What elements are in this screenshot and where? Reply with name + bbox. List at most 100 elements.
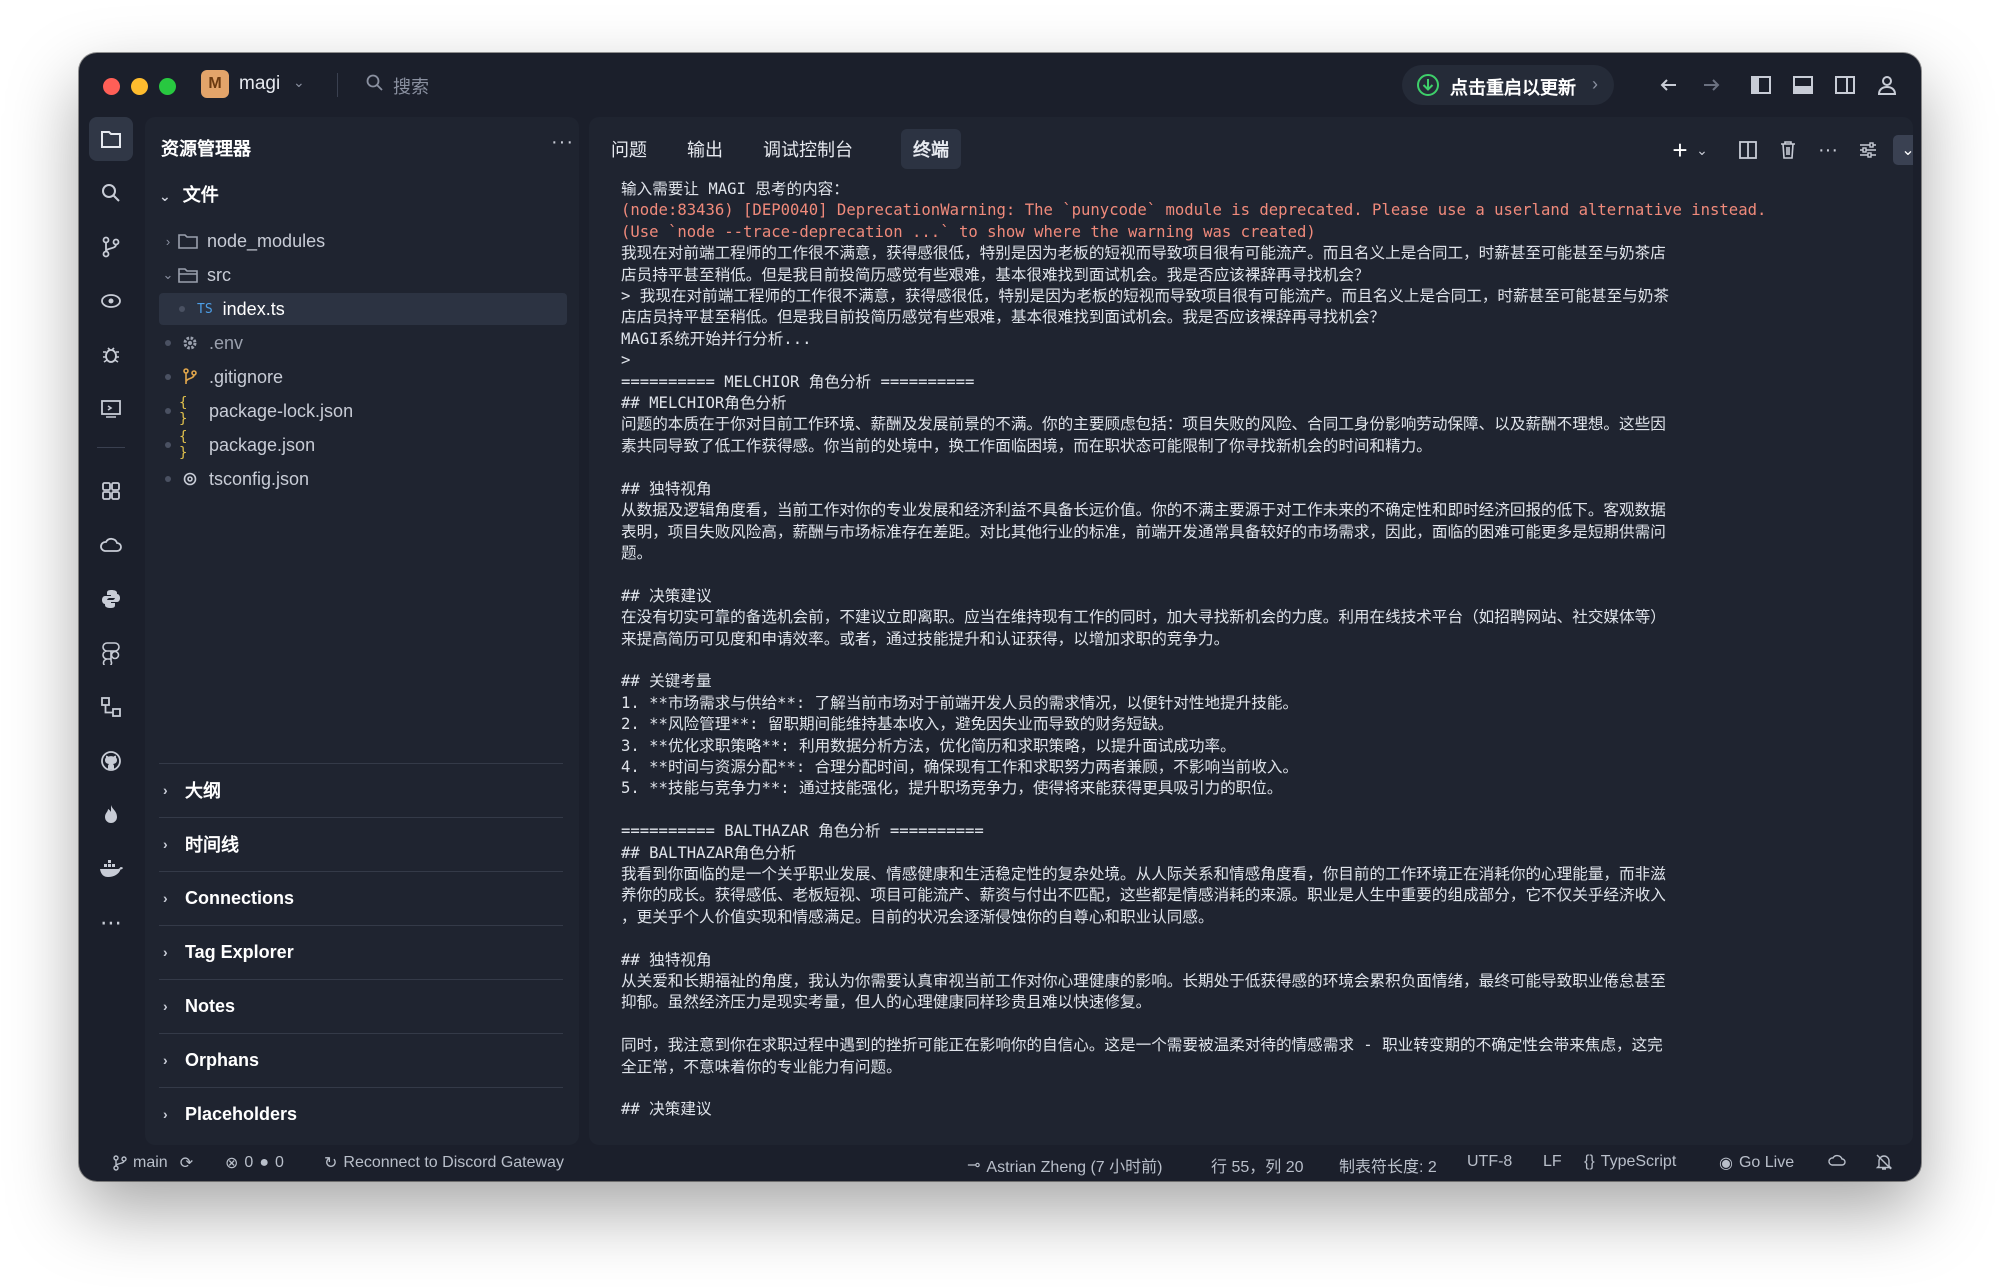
section-tag-explorer[interactable]: › Tag Explorer (159, 925, 563, 978)
more-actions-icon[interactable]: ··· (551, 131, 574, 154)
tree-item-node-modules[interactable]: › node_modules (159, 225, 567, 257)
branch-name: main (133, 1154, 168, 1171)
section-orphans[interactable]: › Orphans (159, 1033, 563, 1086)
status-bar: main ⟳ ⊗ 0 ● 0 ↻ Reconnect to Discord Gate… (79, 1145, 1921, 1181)
source-control-icon[interactable] (89, 225, 133, 269)
tree-item-label: package.json (209, 434, 316, 455)
section-timeline[interactable]: › 时间线 (159, 817, 563, 870)
github-icon[interactable] (89, 739, 133, 783)
notifications-muted-icon[interactable] (1875, 1153, 1893, 1171)
settings-sliders-icon[interactable] (1855, 137, 1881, 163)
remote-explorer-icon[interactable] (89, 279, 133, 323)
zoom-window-button[interactable] (159, 78, 176, 95)
tree-item-label: src (207, 264, 231, 285)
maximize-panel-icon[interactable]: ⌄ (1893, 135, 1913, 165)
terminal-line: 1. **市场需求与供给**: 了解当前市场对于前端开发人员的需求情况，以便针对… (621, 693, 1299, 712)
tree-item-tsconfig-json[interactable]: tsconfig.json (159, 463, 567, 495)
section-placeholders[interactable]: › Placeholders (159, 1087, 563, 1140)
section-label: Tag Explorer (185, 941, 294, 962)
section-notes[interactable]: › Notes (159, 979, 563, 1032)
flame-icon[interactable] (89, 793, 133, 837)
tree-item-label: .gitignore (209, 366, 284, 387)
trash-icon[interactable] (1775, 137, 1801, 163)
files-section-header[interactable]: ⌄ 文件 (159, 181, 219, 207)
toggle-primary-sidebar-icon[interactable] (1747, 71, 1775, 99)
toggle-panel-icon[interactable] (1789, 71, 1817, 99)
tree-item-gitignore[interactable]: .gitignore (159, 361, 567, 393)
project-badge[interactable]: M (201, 70, 229, 98)
problems-status[interactable]: ⊗ 0 ● 0 (225, 1153, 284, 1173)
section-label: Notes (185, 995, 236, 1016)
terminal-line: MAGI系统开始并行分析... (621, 329, 812, 348)
tree-item-env[interactable]: .env (159, 327, 567, 359)
docker-icon[interactable] (89, 847, 133, 891)
terminal-line: 店店员持平甚至稍低。但是我目前投简历感觉有些艰难，基本很难找到面试机会。我是否应… (621, 308, 1386, 327)
more-actions-icon[interactable]: ··· (1815, 137, 1841, 163)
search-icon[interactable] (365, 73, 385, 98)
minimize-window-button[interactable] (131, 78, 148, 95)
chevron-down-icon[interactable]: ⌄ (293, 74, 305, 91)
sidebar-title: 资源管理器 (161, 139, 251, 159)
terminal-line: (node:83436) [DEP0040] DeprecationWarnin… (621, 201, 1767, 220)
toggle-secondary-sidebar-icon[interactable] (1831, 71, 1859, 99)
go-live-button[interactable]: ◉ Go Live (1719, 1153, 1794, 1173)
explorer-icon[interactable] (89, 117, 133, 161)
search-icon[interactable] (89, 171, 133, 215)
folder-icon (177, 233, 199, 249)
close-window-button[interactable] (103, 78, 120, 95)
terminal-line: ## 决策建议 (621, 1100, 712, 1119)
sync-icon[interactable]: ⟳ (180, 1153, 193, 1173)
diagram-icon[interactable] (89, 685, 133, 729)
tab-size[interactable]: 制表符长度: 2 (1339, 1153, 1437, 1177)
dot-icon (165, 374, 171, 380)
restart-to-update-button[interactable]: 点击重启以更新 › (1402, 65, 1614, 105)
extensions-icon[interactable] (89, 469, 133, 513)
remote-window-icon[interactable] (89, 387, 133, 431)
terminal-line: ，更关乎个人价值实现和情感满足。目前的状况会逐渐侵蚀你的自尊心和职业认同感。 (621, 907, 1214, 926)
divider (97, 447, 125, 448)
run-and-debug-icon[interactable] (89, 333, 133, 377)
terminal-line: > (621, 351, 631, 370)
chevron-down-icon: ⌄ (162, 267, 174, 282)
arrow-left-icon[interactable] (1655, 71, 1683, 99)
title-bar: M magi ⌄ 搜索 点击重启以更新 › (79, 53, 1921, 117)
search-input[interactable]: 搜索 (393, 73, 429, 99)
branch-status[interactable]: main ⟳ (113, 1153, 193, 1173)
tree-item-src[interactable]: ⌄ src (159, 259, 567, 291)
encoding[interactable]: UTF-8 (1467, 1153, 1512, 1171)
tree-item-index-ts[interactable]: TS index.ts (159, 293, 567, 325)
section-outline[interactable]: › 大纲 (159, 763, 563, 816)
project-name[interactable]: magi (239, 73, 280, 95)
tab-output[interactable]: 输出 (675, 129, 735, 169)
cursor-position[interactable]: 行 55，列 20 (1211, 1153, 1304, 1177)
chevron-down-icon[interactable]: ⌄ (1689, 137, 1715, 163)
terminal-line: ## 独特视角 (621, 950, 712, 969)
divider (337, 73, 338, 97)
more-icon[interactable]: ⋯ (89, 901, 133, 945)
section-connections[interactable]: › Connections (159, 871, 563, 924)
chevron-right-icon: › (163, 782, 168, 798)
blame-status[interactable]: ⊸ Astrian Zheng (7 小时前) (967, 1153, 1162, 1177)
cloud-icon[interactable] (1827, 1153, 1847, 1167)
split-terminal-icon[interactable] (1735, 137, 1761, 163)
figma-icon[interactable] (89, 631, 133, 675)
tab-problems[interactable]: 问题 (599, 129, 659, 169)
chevron-right-icon: › (165, 233, 171, 249)
discord-status[interactable]: ↻ Reconnect to Discord Gateway (324, 1153, 564, 1173)
dot-icon (179, 306, 185, 312)
tab-debug-console[interactable]: 调试控制台 (751, 129, 865, 169)
cloud-icon[interactable] (89, 523, 133, 567)
tree-item-package-lock-json[interactable]: { } package-lock.json (159, 395, 567, 427)
terminal-line: ## 决策建议 (621, 586, 712, 605)
language-mode[interactable]: {} TypeScript (1584, 1153, 1676, 1171)
explorer-sidebar: 资源管理器 ··· ⌄ 文件 › node_modules ⌄ src TS in… (145, 117, 579, 1145)
account-icon[interactable] (1873, 71, 1901, 99)
python-icon[interactable] (89, 577, 133, 621)
line-ending[interactable]: LF (1543, 1153, 1562, 1171)
tab-terminal[interactable]: 终端 (901, 129, 961, 169)
blame-label: Astrian Zheng (7 小时前) (986, 1159, 1163, 1176)
tree-item-package-json[interactable]: { } package.json (159, 429, 567, 461)
warning-count: 0 (274, 1154, 284, 1171)
arrow-right-icon[interactable] (1697, 71, 1725, 99)
terminal-output[interactable]: 输入需要让 MAGI 思考的内容： (node:83436) [DEP0040]… (621, 179, 1913, 1121)
